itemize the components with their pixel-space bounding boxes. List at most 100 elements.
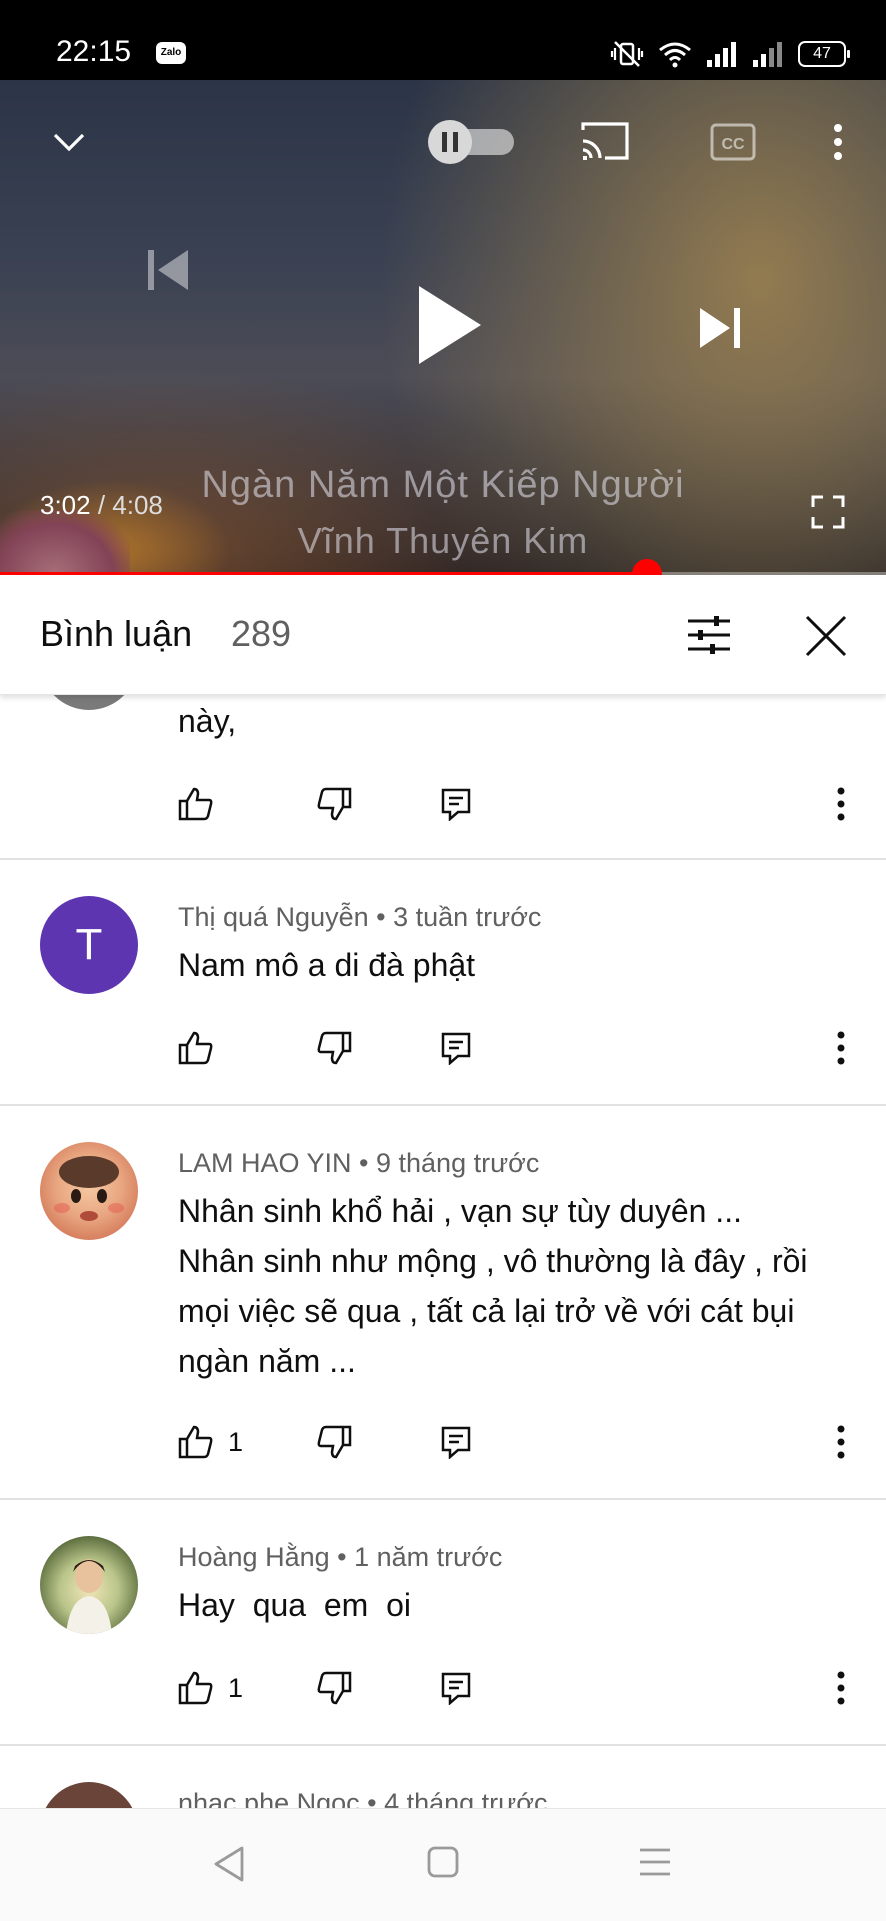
more-vertical-icon bbox=[837, 787, 845, 821]
chevron-down-icon bbox=[53, 133, 85, 152]
more-vertical-icon bbox=[834, 124, 842, 160]
status-time: 22:15 bbox=[56, 35, 132, 68]
thumb-down-icon bbox=[317, 1671, 352, 1705]
minimize-player-button[interactable] bbox=[44, 122, 94, 162]
comment-more-button[interactable] bbox=[836, 782, 846, 826]
comment-meta: nhac phe Ngoc • 4 tháng trước bbox=[178, 1788, 548, 1808]
next-video-button[interactable] bbox=[692, 300, 748, 356]
thumb-up-icon bbox=[178, 787, 213, 821]
cc-icon: CC bbox=[710, 123, 756, 161]
cast-button[interactable] bbox=[578, 118, 632, 164]
divider bbox=[0, 1744, 886, 1746]
cast-icon bbox=[581, 122, 629, 160]
sort-comments-button[interactable] bbox=[686, 614, 732, 661]
reply-comment-icon bbox=[441, 788, 471, 821]
reply-button[interactable] bbox=[440, 1666, 472, 1710]
reply-button[interactable] bbox=[440, 1420, 472, 1464]
autoplay-pause-icon bbox=[428, 120, 514, 164]
close-icon bbox=[805, 615, 847, 657]
time-display: 3:02 / 4:08 bbox=[40, 490, 163, 521]
avatar[interactable] bbox=[40, 1142, 138, 1240]
comments-count: 289 bbox=[231, 613, 292, 654]
avatar[interactable]: T bbox=[40, 896, 138, 994]
comments-list[interactable]: này, T Thị quá Nguyễn • 3 tuần trước Nam… bbox=[0, 694, 886, 1808]
play-button[interactable] bbox=[410, 282, 490, 368]
divider bbox=[0, 858, 886, 860]
more-vertical-icon bbox=[837, 1671, 845, 1705]
comment-text: này, bbox=[178, 703, 237, 739]
battery-indicator: 47 bbox=[798, 41, 850, 67]
like-count: 1 bbox=[228, 1426, 244, 1457]
back-triangle-icon bbox=[214, 1846, 244, 1882]
current-time: 3:02 bbox=[40, 490, 91, 520]
duration: 4:08 bbox=[112, 490, 163, 520]
recents-button[interactable] bbox=[638, 1845, 672, 1884]
progress-bar[interactable] bbox=[0, 559, 886, 575]
video-artist-overlay: Vĩnh Thuyên Kim bbox=[297, 520, 589, 561]
comment-meta: LAM HAO YIN • 9 tháng trước bbox=[178, 1148, 540, 1178]
comment-more-button[interactable] bbox=[836, 1420, 846, 1464]
skip-previous-icon bbox=[148, 250, 188, 290]
comment-text: Nhân sinh khổ hải , vạn sự tùy duyên ...… bbox=[178, 1193, 808, 1379]
comment-actions bbox=[0, 1026, 886, 1070]
skip-next-icon bbox=[700, 308, 740, 348]
comment-actions bbox=[0, 782, 886, 826]
thumb-up-icon bbox=[178, 1425, 213, 1459]
divider bbox=[0, 1498, 886, 1500]
dislike-button[interactable] bbox=[316, 782, 352, 826]
player-more-options-button[interactable] bbox=[822, 120, 854, 164]
like-button[interactable] bbox=[178, 782, 214, 826]
like-button[interactable] bbox=[178, 1026, 214, 1070]
comments-header: Bình luận 289 bbox=[0, 578, 886, 695]
thumb-up-icon bbox=[178, 1671, 213, 1705]
comment-actions: 1 bbox=[0, 1420, 886, 1464]
fullscreen-button[interactable] bbox=[808, 492, 848, 532]
close-comments-button[interactable] bbox=[804, 614, 848, 663]
home-button[interactable] bbox=[426, 1845, 460, 1884]
play-icon bbox=[419, 286, 481, 364]
menu-lines-icon bbox=[640, 1848, 670, 1876]
avatar[interactable] bbox=[40, 1536, 138, 1634]
divider bbox=[0, 1104, 886, 1106]
avatar[interactable] bbox=[40, 1782, 138, 1808]
comment-more-button[interactable] bbox=[836, 1026, 846, 1070]
thumb-up-icon bbox=[178, 1031, 213, 1065]
dislike-button[interactable] bbox=[316, 1026, 352, 1070]
comment-text: Nam mô a di đà phật bbox=[178, 947, 476, 983]
system-navigation-bar bbox=[0, 1808, 886, 1921]
dislike-button[interactable] bbox=[316, 1666, 352, 1710]
reply-button[interactable] bbox=[440, 782, 472, 826]
thumb-down-icon bbox=[317, 1031, 352, 1065]
reply-comment-icon bbox=[441, 1672, 471, 1705]
comment-more-button[interactable] bbox=[836, 1666, 846, 1710]
fullscreen-icon bbox=[811, 495, 845, 529]
autoplay-toggle[interactable] bbox=[426, 120, 518, 164]
signal-icon bbox=[707, 42, 736, 67]
sliders-icon bbox=[688, 616, 730, 654]
more-vertical-icon bbox=[837, 1031, 845, 1065]
video-player[interactable]: CC Ngàn Năm Một Kiếp Người Vĩnh Thuyên K… bbox=[0, 80, 886, 575]
status-icons: 47 bbox=[610, 38, 850, 70]
thumb-down-icon bbox=[317, 1425, 352, 1459]
reply-button[interactable] bbox=[440, 1026, 472, 1070]
reply-comment-icon bbox=[441, 1032, 471, 1065]
avatar-baby-image bbox=[54, 1156, 124, 1221]
signal-icon bbox=[753, 42, 782, 67]
home-square-icon bbox=[427, 1846, 459, 1878]
like-button[interactable]: 1 bbox=[178, 1420, 243, 1464]
dislike-button[interactable] bbox=[316, 1420, 352, 1464]
back-button[interactable] bbox=[212, 1845, 246, 1888]
reply-comment-icon bbox=[441, 1426, 471, 1459]
comment-meta: Hoàng Hằng • 1 năm trước bbox=[178, 1542, 503, 1572]
comment-text: Hay qua em oi bbox=[178, 1587, 411, 1623]
previous-video-button[interactable] bbox=[140, 242, 196, 298]
avatar-photo-image bbox=[66, 1559, 112, 1634]
more-vertical-icon bbox=[837, 1425, 845, 1459]
wifi-icon bbox=[659, 42, 691, 68]
captions-button[interactable]: CC bbox=[708, 120, 758, 164]
vibrate-off-icon bbox=[610, 41, 644, 67]
avatar[interactable] bbox=[40, 694, 138, 710]
like-button[interactable]: 1 bbox=[178, 1666, 243, 1710]
time-separator: / bbox=[90, 490, 113, 520]
svg-text:CC: CC bbox=[721, 136, 745, 153]
